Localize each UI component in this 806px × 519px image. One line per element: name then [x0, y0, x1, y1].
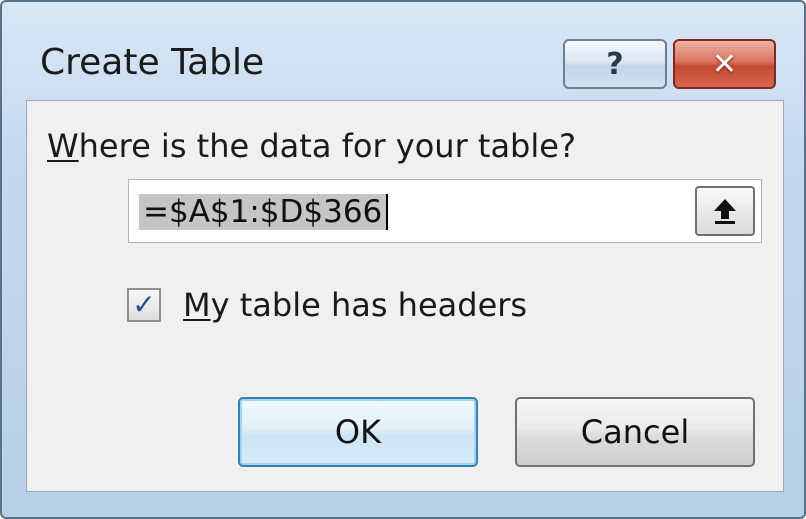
range-input[interactable]: =$A$1:$D$366 [128, 179, 762, 243]
help-icon: ? [606, 46, 624, 82]
close-button[interactable]: ✕ [673, 39, 776, 89]
headers-checkbox-row[interactable]: ✓ My table has headers [127, 284, 527, 326]
range-input-value[interactable]: =$A$1:$D$366 [139, 194, 389, 230]
help-button[interactable]: ? [563, 39, 667, 89]
title-bar[interactable]: Create Table ? ✕ [2, 2, 804, 100]
upload-arrow-icon [714, 199, 736, 224]
headers-checkbox[interactable]: ✓ [127, 288, 161, 322]
dialog-body: Where is the data for your table? =$A$1:… [26, 100, 784, 492]
range-prompt-label: Where is the data for your table? [47, 127, 576, 165]
range-prompt-text: here is the data for your table? [78, 127, 576, 165]
checkmark-icon: ✓ [132, 288, 156, 321]
ok-button-label: OK [334, 413, 382, 451]
ok-button[interactable]: OK [238, 397, 478, 467]
close-icon: ✕ [711, 46, 738, 82]
create-table-dialog: Create Table ? ✕ Where is the data for y… [0, 0, 806, 519]
cancel-button[interactable]: Cancel [515, 397, 755, 467]
cancel-button-label: Cancel [580, 413, 690, 451]
headers-checkbox-accelerator: M [183, 286, 211, 324]
headers-checkbox-text: y table has headers [210, 286, 528, 324]
dialog-title: Create Table [40, 42, 265, 83]
headers-checkbox-label[interactable]: My table has headers [183, 286, 527, 324]
collapse-dialog-button[interactable] [695, 186, 755, 236]
range-prompt-accelerator: W [47, 127, 79, 165]
